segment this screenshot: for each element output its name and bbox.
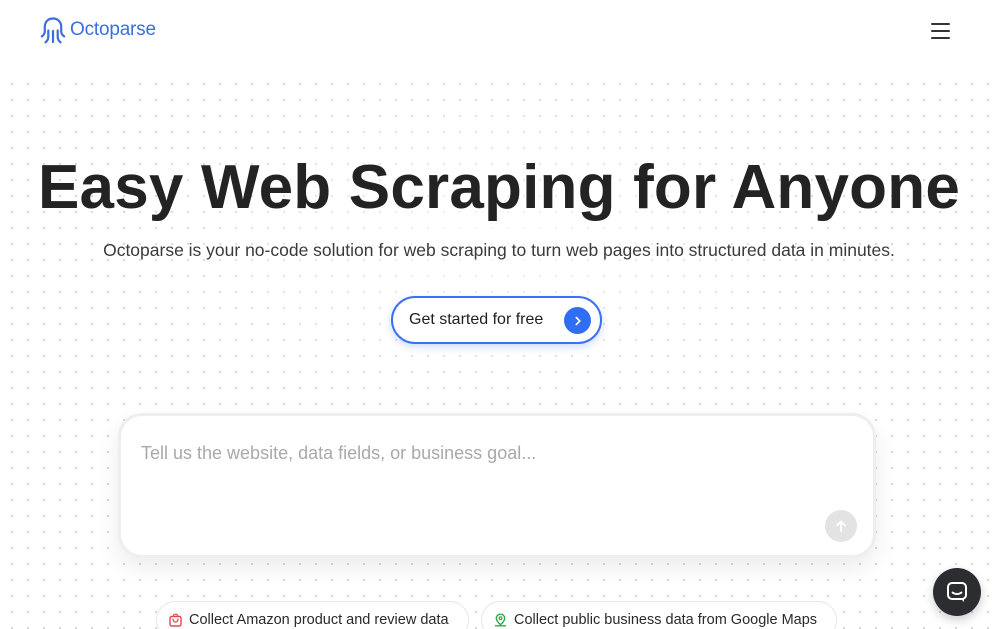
send-button[interactable] xyxy=(825,510,857,542)
suggestion-label: Collect Amazon product and review data xyxy=(189,612,449,628)
suggestion-chip-google-maps[interactable]: Collect public business data from Google… xyxy=(481,601,837,629)
shopping-bag-icon xyxy=(169,613,182,627)
hamburger-menu-icon[interactable] xyxy=(928,18,954,44)
prompt-box xyxy=(118,413,876,558)
octopus-logo-icon xyxy=(40,17,66,44)
suggestion-label: Collect public business data from Google… xyxy=(514,612,818,628)
map-pin-icon xyxy=(494,613,507,627)
get-started-button[interactable]: Get started for free xyxy=(391,296,602,344)
logo-text: Octoparse xyxy=(70,19,156,40)
hero-title: Easy Web Scraping for Anyone xyxy=(37,153,961,222)
logo-link[interactable]: Octoparse xyxy=(40,16,156,44)
page: Octoparse Easy Web Scraping for Anyone O… xyxy=(0,0,998,629)
hero-subtitle: Octoparse is your no-code solution for w… xyxy=(103,240,895,260)
get-started-label: Get started for free xyxy=(409,311,544,328)
chat-launcher-button[interactable] xyxy=(933,568,981,616)
site-header: Octoparse xyxy=(0,0,998,62)
arrow-up-icon xyxy=(836,520,846,532)
prompt-input[interactable] xyxy=(141,438,841,468)
chevron-right-icon xyxy=(564,307,591,334)
suggestion-chip-amazon[interactable]: Collect Amazon product and review data xyxy=(156,601,469,629)
chat-bubble-icon xyxy=(947,582,967,602)
